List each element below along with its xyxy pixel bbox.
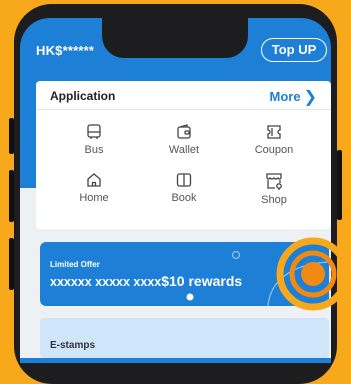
bus-icon — [87, 124, 101, 139]
phone-side-button — [9, 118, 14, 154]
app-item-label: Home — [79, 192, 109, 204]
shop-icon — [266, 173, 282, 190]
offer-text: xxxxxx xxxxx xxxx$10 rewards — [50, 273, 242, 289]
app-item-shop[interactable]: Shop — [239, 171, 309, 206]
app-item-label: Coupon — [254, 144, 294, 156]
e-stamps-title: E-stamps — [50, 340, 96, 351]
wallet-icon — [177, 124, 191, 139]
application-title: Application — [50, 89, 116, 103]
coupon-icon — [267, 125, 281, 139]
balance-amount: HK$****** — [36, 43, 95, 58]
offer-tag: Limited Offer — [50, 260, 100, 269]
chevron-right-icon: ❯ — [303, 89, 317, 106]
phone-side-button — [9, 170, 14, 222]
offer-text-amount: $10 rewards — [161, 273, 243, 289]
phone-notch — [102, 12, 248, 58]
app-item-label: Wallet — [168, 144, 200, 156]
app-item-label: Book — [171, 192, 197, 204]
top-up-button[interactable]: Top UP — [261, 38, 327, 62]
more-link[interactable]: More ❯ — [270, 87, 317, 107]
app-item-label: Shop — [261, 194, 287, 206]
app-item-bus[interactable]: Bus — [59, 123, 129, 156]
more-label: More — [269, 89, 301, 104]
application-card: Application More ❯ Bus Wallet Coupon Hom… — [36, 81, 331, 229]
tap-target-highlight — [276, 237, 350, 311]
home-icon — [87, 173, 101, 187]
app-item-home[interactable]: Home — [59, 171, 129, 204]
book-icon — [176, 173, 192, 187]
app-item-coupon[interactable]: Coupon — [239, 123, 309, 156]
phone-side-button — [337, 150, 342, 220]
divider — [36, 109, 331, 110]
app-item-wallet[interactable]: Wallet — [149, 123, 219, 156]
e-stamps-section[interactable]: E-stamps — [40, 318, 329, 358]
phone-side-button — [9, 238, 14, 290]
offer-text-prefix: xxxxxx xxxxx xxxx — [50, 275, 162, 289]
app-item-book[interactable]: Book — [149, 171, 219, 204]
app-item-label: Bus — [84, 144, 104, 156]
